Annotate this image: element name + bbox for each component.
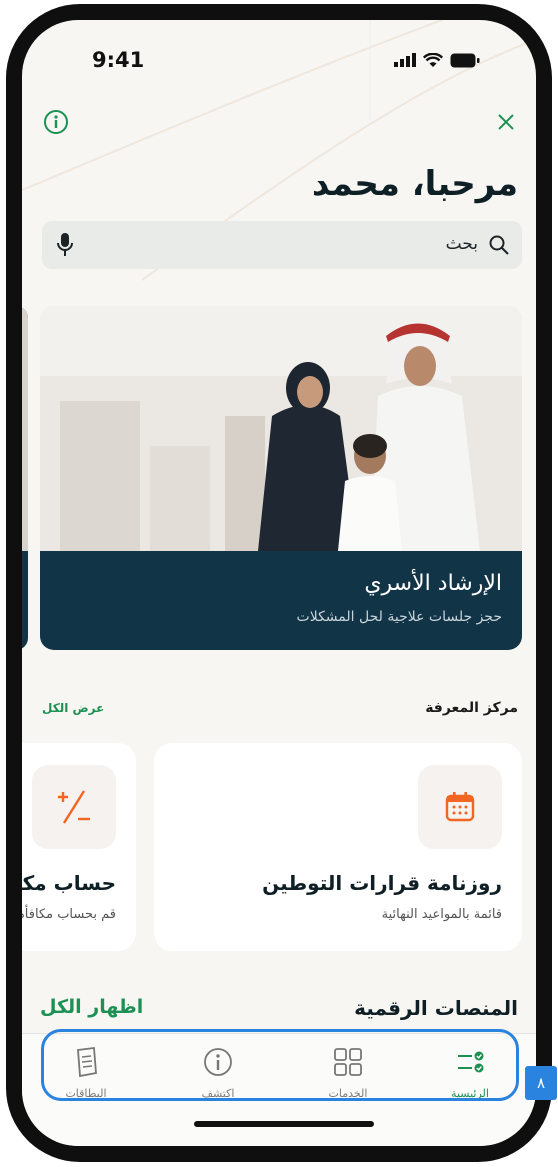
search-icon	[489, 235, 509, 255]
wifi-icon	[423, 52, 443, 67]
page-title: مرحبا، محمد	[311, 164, 518, 204]
annotation-badge: ٨	[525, 1066, 557, 1100]
carousel-card-partial[interactable]	[22, 306, 28, 650]
calendar-icon-tile	[418, 765, 502, 849]
knowledge-card-calendar[interactable]: روزنامة قرارات التوطين قائمة بالمواعيد ا…	[154, 743, 522, 951]
digital-platforms-title: المنصات الرقمية	[354, 996, 518, 1020]
knowledge-card-title: روزنامة قرارات التوطين	[262, 871, 502, 895]
tab-bar-highlight	[41, 1029, 519, 1101]
knowledge-card-title: حساب مكافأة	[22, 871, 116, 895]
calculator-icon-tile	[32, 765, 116, 849]
plus-minus-icon	[58, 790, 90, 824]
show-all-link[interactable]: اظهار الكل	[40, 996, 143, 1018]
featured-card-caption: الإرشاد الأسري حجز جلسات علاجية لحل المش…	[40, 551, 522, 650]
calendar-icon	[445, 792, 475, 822]
knowledge-card-subtitle: قم بحساب مكافأة	[22, 907, 116, 922]
featured-card-subtitle: حجز جلسات علاجية لحل المشكلات	[296, 609, 502, 625]
search-input[interactable]: بحث	[42, 221, 522, 269]
featured-card-title: الإرشاد الأسري	[364, 571, 502, 596]
family-photo	[40, 306, 522, 551]
status-icons	[394, 51, 480, 69]
home-indicator	[194, 1121, 374, 1127]
app-screen: 9:41 مرحبا، محمد بحث الإرشاد الأسري حجز …	[22, 20, 536, 1146]
status-time: 9:41	[92, 48, 145, 72]
close-icon[interactable]	[496, 112, 516, 132]
knowledge-center-title: مركز المعرفة	[425, 700, 518, 716]
microphone-icon[interactable]	[56, 232, 74, 258]
signal-icon	[394, 53, 416, 67]
info-icon[interactable]	[43, 109, 69, 135]
knowledge-card-subtitle: قائمة بالمواعيد النهائية	[381, 907, 502, 922]
search-placeholder: بحث	[445, 234, 478, 254]
featured-card[interactable]: الإرشاد الأسري حجز جلسات علاجية لحل المش…	[40, 306, 522, 650]
knowledge-card-calculator[interactable]: حساب مكافأة قم بحساب مكافأة	[22, 743, 136, 951]
view-all-link[interactable]: عرض الكل	[42, 701, 104, 715]
battery-icon	[450, 53, 480, 67]
